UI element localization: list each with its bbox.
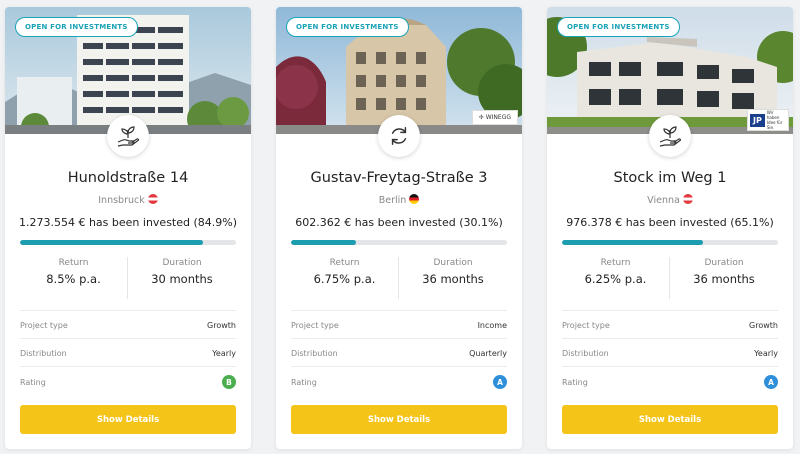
return-label: Return [600,258,631,268]
show-details-button[interactable]: Show Details [562,405,778,434]
city-name: Vienna [647,195,680,206]
divider [20,366,236,367]
duration-stat: Duration 30 months [128,257,236,286]
return-stat: Return 8.5% p.a. [20,257,128,299]
project-city: Innsbruck [5,194,251,206]
return-label: Return [329,258,360,268]
austria-flag-icon [147,194,158,204]
duration-value: 30 months [151,272,213,286]
austria-flag-icon [682,194,693,204]
distribution-value: Yearly [754,348,778,358]
distribution-label: Distribution [291,348,338,358]
rating-label: Rating [291,377,317,387]
project-title[interactable]: Hunoldstraße 14 [5,170,251,186]
rating-badge: B [222,375,236,389]
project-type-value: Growth [207,320,236,330]
return-value: 8.5% p.a. [46,272,101,286]
divider [562,310,778,311]
distribution-row: Distribution Quarterly [291,346,507,360]
funding-progress-fill [291,240,357,245]
duration-stat: Duration 36 months [670,257,778,286]
invested-amount: 602.362 € has been invested (30.1%) [295,216,503,229]
divider [291,338,507,339]
rating-label: Rating [562,377,588,387]
logo-text: WINEGG [485,114,511,121]
distribution-label: Distribution [562,348,609,358]
open-for-investments-badge: OPEN FOR INVESTMENTS [557,17,680,37]
project-title[interactable]: Gustav-Freytag-Straße 3 [276,170,522,186]
project-city: Berlin [276,194,522,206]
divider [291,310,507,311]
project-city: Vienna [547,194,793,206]
divider [562,338,778,339]
duration-label: Duration [162,258,202,268]
distribution-row: Distribution Yearly [562,346,778,360]
distribution-value: Yearly [212,348,236,358]
duration-value: 36 months [422,272,484,286]
germany-flag-icon [409,194,420,204]
rating-badge: A [764,375,778,389]
rating-row: Rating A [291,375,507,389]
hand-plant-icon [107,115,149,157]
project-type-value: Income [477,320,507,330]
funding-progress-bar [562,240,778,245]
duration-label: Duration [433,258,473,268]
refresh-cycle-icon [378,115,420,157]
return-label: Return [58,258,89,268]
show-details-button[interactable]: Show Details [20,405,236,434]
distribution-row: Distribution Yearly [20,346,236,360]
city-name: Innsbruck [98,195,145,206]
developer-logo: ✢ WINEGG [471,110,518,125]
hand-plant-icon [649,115,691,157]
project-type-label: Project type [562,320,610,330]
divider [20,310,236,311]
project-type-row: Project type Income [291,318,507,332]
rating-row: Rating A [562,375,778,389]
return-value: 6.25% p.a. [584,272,647,286]
distribution-value: Quarterly [469,348,507,358]
project-type-row: Project type Growth [20,318,236,332]
invested-amount: 976.378 € has been invested (65.1%) [566,216,774,229]
rating-badge: A [493,375,507,389]
show-details-button[interactable]: Show Details [291,405,507,434]
invested-amount: 1.273.554 € has been invested (84.9%) [18,216,238,229]
project-card[interactable]: OPEN FOR INVESTMENTS ✢ WINEGG Gustav-Fre… [276,7,522,449]
duration-label: Duration [704,258,744,268]
funding-progress-fill [20,240,204,245]
return-stat: Return 6.75% p.a. [291,257,399,299]
open-for-investments-badge: OPEN FOR INVESTMENTS [286,17,409,37]
project-card[interactable]: OPEN FOR INVESTMENTS JP Wir haben Idee f… [547,7,793,449]
project-card[interactable]: OPEN FOR INVESTMENTS Hunoldstraße 14 Inn… [5,7,251,449]
divider [20,338,236,339]
project-type-value: Growth [749,320,778,330]
developer-logo: JP Wir haben Idee für Sie. [747,109,789,131]
divider [562,366,778,367]
open-for-investments-badge: OPEN FOR INVESTMENTS [15,17,138,37]
funding-progress-bar [291,240,507,245]
return-value: 6.75% p.a. [313,272,376,286]
rating-label: Rating [20,377,46,387]
distribution-label: Distribution [20,348,67,358]
duration-value: 36 months [693,272,755,286]
project-type-label: Project type [291,320,339,330]
jp-logo-mark: JP [750,113,765,127]
funding-progress-bar [20,240,236,245]
rating-row: Rating B [20,375,236,389]
jp-logo-tagline: Wir haben Idee für Sie. [766,110,783,130]
return-stat: Return 6.25% p.a. [562,257,670,299]
project-type-label: Project type [20,320,68,330]
duration-stat: Duration 36 months [399,257,507,286]
city-name: Berlin [378,195,407,206]
divider [291,366,507,367]
project-type-row: Project type Growth [562,318,778,332]
project-title[interactable]: Stock im Weg 1 [547,170,793,186]
funding-progress-fill [562,240,703,245]
